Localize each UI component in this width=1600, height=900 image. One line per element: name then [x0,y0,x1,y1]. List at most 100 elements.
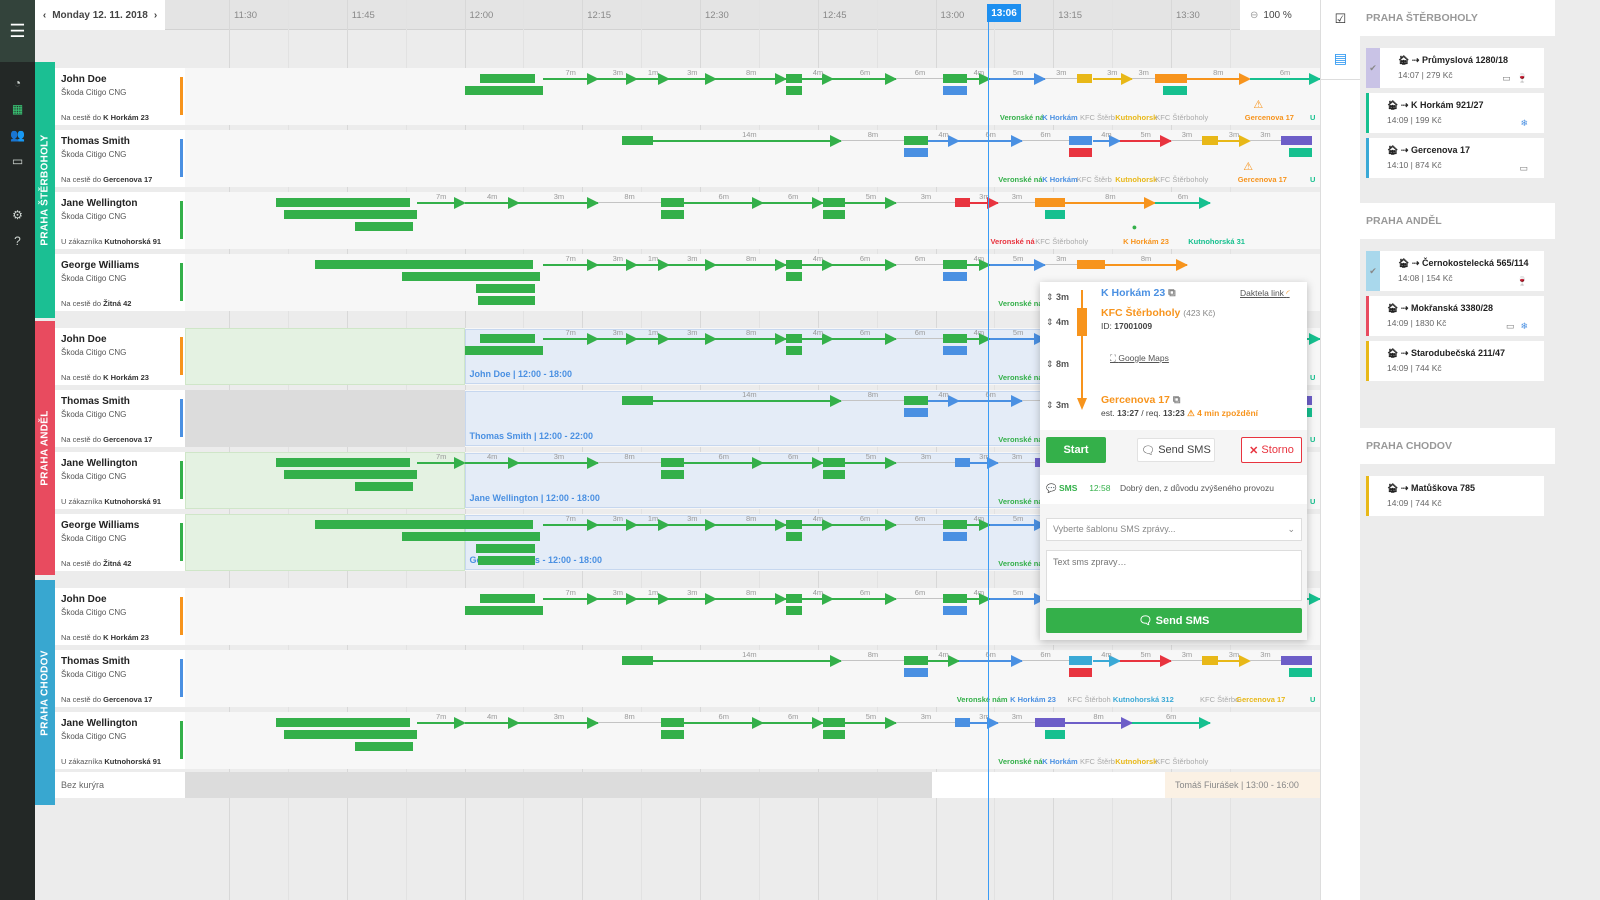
zoom-out-icon[interactable]: ⊖ [1250,10,1258,21]
driver-card[interactable]: John Doe Škoda Citigo CNG Na cestě do K Ho… [55,328,185,385]
route-stop-label[interactable]: U [1310,373,1315,382]
dashboard-icon[interactable]: ◔ [0,70,35,96]
stop-bar[interactable] [823,198,846,207]
route-leg[interactable] [1045,264,1077,265]
stop-bar[interactable] [480,74,536,83]
driver-card[interactable]: Jane Wellington Škoda Citigo CNG U zákazní… [55,192,185,249]
stop-bar[interactable] [1068,668,1093,677]
route-leg[interactable] [1171,660,1203,661]
step-duration[interactable]: ⇕ 8m [1046,359,1069,370]
stop-bar[interactable] [786,334,803,343]
zoom-control[interactable]: ⊖ 100 % [1240,0,1320,30]
route-stop-label[interactable]: K Horkám [1042,175,1077,184]
stop-bar[interactable] [401,532,540,541]
route-stop-label[interactable]: Gercenova 17 [1236,695,1285,704]
stop-bar[interactable] [943,520,967,529]
route-leg[interactable] [896,264,944,265]
order-card[interactable]: 🏠︎ ⇢ Gercenova 17 14:10 | 874 Kč ▭ [1366,138,1544,178]
route-stop-label[interactable]: U [1310,435,1315,444]
driver-card[interactable]: Thomas Smith Škoda Citigo CNG Na cestě do … [55,650,185,707]
route-stop-label[interactable]: Kutnohorská 312 [1113,695,1174,704]
stop-bar[interactable] [283,470,418,479]
stop-bar[interactable] [823,210,846,219]
step-duration[interactable]: ⇕ 3m [1046,292,1069,303]
route-stop-label[interactable]: Veronské ná [998,175,1042,184]
stop-bar[interactable] [1280,656,1313,665]
route-leg[interactable] [896,722,956,723]
route-leg[interactable] [1021,140,1069,141]
route-leg[interactable] [652,400,842,402]
stop-bar[interactable] [1280,136,1313,145]
stop-bar[interactable] [943,532,967,541]
stop-bar[interactable] [904,668,928,677]
route-leg[interactable] [998,202,1036,203]
route-leg[interactable] [1131,78,1156,79]
route-stop-label[interactable]: U [1310,175,1315,184]
stop-bar[interactable] [786,86,803,95]
route-stop-label[interactable]: KFC Štěrb [1080,757,1115,766]
route-leg[interactable] [896,78,944,79]
route-leg[interactable] [597,722,661,723]
route-stop-label[interactable]: Veronské ná [990,237,1034,246]
stop-bar[interactable] [786,606,803,615]
route-leg[interactable] [998,462,1036,463]
route-stop-label[interactable]: Kutnohorsk [1115,113,1157,122]
route-stop-label[interactable]: Veronské ná [998,757,1042,766]
stop-bar[interactable] [943,260,967,269]
stop-bar[interactable] [786,594,803,603]
route-stop-label[interactable]: KFC Štěrboholy [1035,237,1088,246]
stop-bar[interactable] [315,260,533,269]
order-card[interactable]: 🏠︎ ⇢ Starodubečská 211/47 14:09 | 744 Kč [1366,341,1544,381]
stop-bar[interactable] [1202,136,1219,145]
route-stop-label[interactable]: KFC Štěrboholy [1155,113,1208,122]
driver-row[interactable]: John Doe Škoda Citigo CNG Na cestě do K Ho… [55,68,1320,125]
driver-card[interactable]: George Williams Škoda Citigo CNG Na cestě … [55,254,185,311]
route-leg[interactable] [841,400,905,401]
driver-card[interactable]: Jane Wellington Škoda Citigo CNG U zákazní… [55,452,185,509]
timeline-grid-icon[interactable]: ▦ [0,96,35,122]
stop-bar[interactable] [464,86,543,95]
list-table-icon[interactable]: ▤ [1321,38,1360,80]
order-card[interactable]: 🏠︎ ⇢ K Horkám 921/27 14:09 | 199 Kč ❄ [1366,93,1544,133]
stop-bar[interactable] [904,656,928,665]
settings-icon[interactable]: ⚙ [0,202,35,228]
stop-bar[interactable] [476,284,536,293]
stop-bar[interactable] [621,136,653,145]
route-leg[interactable] [1021,660,1069,661]
stop-bar[interactable] [1288,668,1313,677]
stop-bar[interactable] [276,198,410,207]
route-leg[interactable] [1065,202,1156,204]
stop-bar[interactable] [786,346,803,355]
route-leg[interactable] [597,462,661,463]
route-leg[interactable] [1171,140,1203,141]
stop-bar[interactable] [1076,74,1093,83]
route-stop-label[interactable]: Kutnohorsk [1115,757,1157,766]
stop-bar[interactable] [477,296,536,305]
stop-bar[interactable] [1068,148,1093,157]
checklist-icon[interactable]: ☑ [1321,0,1360,38]
copy-icon[interactable]: ⧉ [1173,394,1181,406]
route-stop-label[interactable]: KFC Štěrb [1080,113,1115,122]
stop-bar[interactable] [283,730,418,739]
stop-bar[interactable] [276,718,410,727]
stop-bar[interactable] [283,210,418,219]
stop-bar[interactable] [1068,136,1093,145]
stop-bar[interactable] [943,606,967,615]
order-card[interactable]: 🏠︎ ⇢ Mokřanská 3380/28 14:09 | 1830 Kč ▭ ❄ [1366,296,1544,336]
route-leg[interactable] [841,140,905,141]
route-leg[interactable] [998,722,1036,723]
stop-bar[interactable] [354,482,414,491]
stop-bar[interactable] [1035,198,1066,207]
route-stop-label[interactable]: Veronské ná [998,559,1042,568]
google-maps-link[interactable]: ⛶ Google Maps [1110,353,1169,364]
stop-bar[interactable] [786,520,803,529]
route-stop-label[interactable]: KFC Štěrboholy [1155,757,1208,766]
stop-bar[interactable] [1045,730,1066,739]
from-address[interactable]: K Horkám 23 [1101,287,1165,299]
stop-bar[interactable] [786,272,803,281]
route-leg[interactable] [652,140,842,142]
stop-bar[interactable] [943,74,967,83]
order-card[interactable]: ✔ 🏠︎ ⇢ Průmyslová 1280/18 14:07 | 279 Kč ▭ 🍷 [1366,48,1544,88]
prev-day-icon[interactable]: ‹ [43,10,46,21]
start-button[interactable]: Start [1046,437,1106,463]
